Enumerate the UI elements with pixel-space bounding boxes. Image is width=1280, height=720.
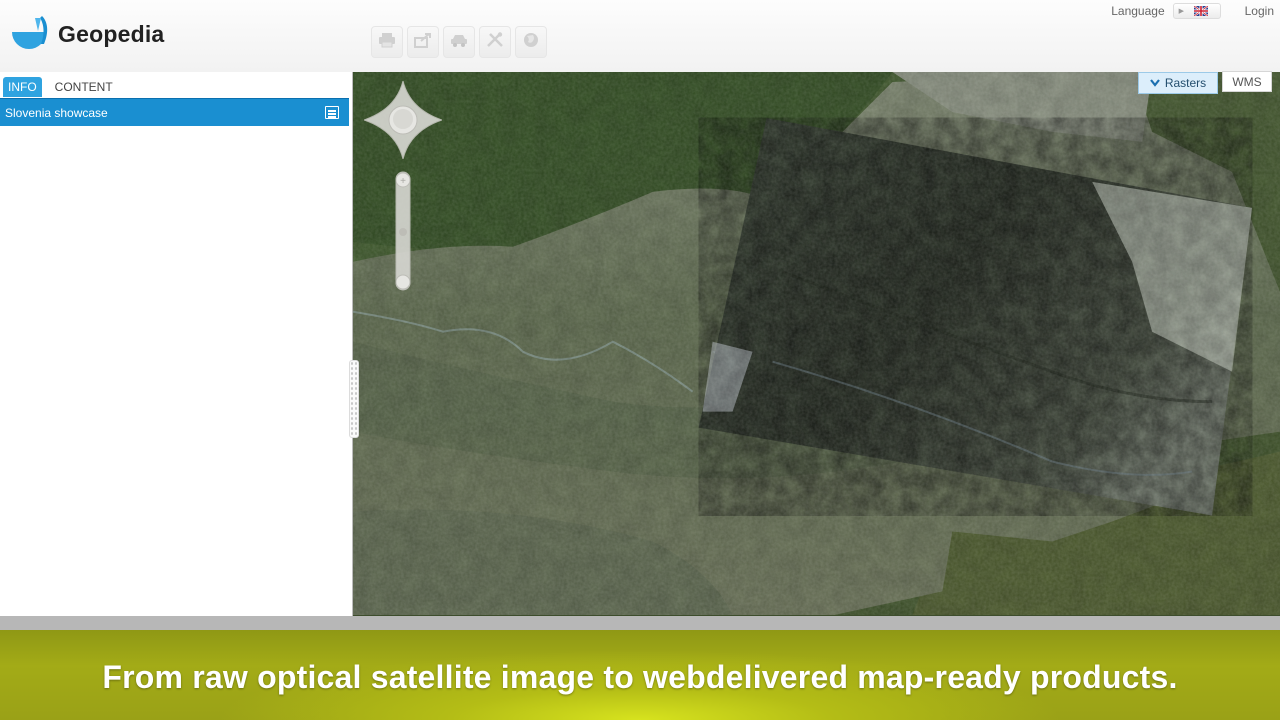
tab-info[interactable]: INFO [3,77,42,97]
caption-banner: From raw optical satellite image to webd… [0,630,1280,720]
caption-text: From raw optical satellite image to webd… [102,659,1178,695]
project-item[interactable]: Slovenia showcase [0,98,349,126]
app-header: Geopedia Language ▶ Login [0,0,1280,72]
status-bar [0,616,1280,630]
wms-label: WMS [1232,74,1262,89]
chevron-down-icon [1149,79,1160,87]
play-arrow-icon: ▶ [1178,8,1185,15]
tools-button[interactable] [479,26,511,58]
side-panel: INFO CONTENT Slovenia showcase [0,72,352,616]
panel-tabs: INFO CONTENT [3,76,118,98]
share-button[interactable] [407,26,439,58]
share-icon [414,32,432,53]
logo[interactable]: Geopedia [10,14,164,54]
globe-icon [522,32,540,53]
map-pan-control[interactable] [364,81,442,159]
satellite-map-image [353,72,1280,616]
map-toolbar [371,26,547,58]
language-label: Language [1111,4,1165,18]
tools-icon [486,31,504,53]
project-name: Slovenia showcase [5,105,108,120]
list-icon[interactable] [325,106,339,119]
car-button[interactable] [443,26,475,58]
tab-content[interactable]: CONTENT [50,77,118,97]
rasters-label: Rasters [1164,76,1207,90]
app-name: Geopedia [58,20,165,47]
language-selector[interactable]: ▶ [1172,3,1221,19]
header-links: Language ▶ Login [1111,0,1274,22]
print-button[interactable] [371,26,403,58]
geopedia-logo-icon [12,16,48,49]
login-link[interactable]: Login [1245,4,1274,18]
map-view[interactable] [352,72,1280,616]
panel-splitter-handle[interactable] [349,360,359,438]
globe-button[interactable] [515,26,547,58]
rasters-button[interactable]: Rasters [1138,72,1218,94]
wms-button[interactable]: WMS [1222,71,1272,92]
svg-text:+: + [400,176,406,187]
car-icon [450,32,468,53]
zoom-slider[interactable]: + [392,170,414,292]
uk-flag-icon [1194,6,1209,16]
print-icon [378,32,396,53]
